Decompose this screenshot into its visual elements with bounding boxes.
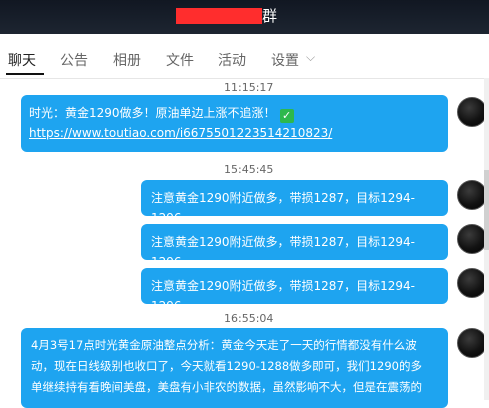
tab-chat[interactable]: 聊天 bbox=[8, 50, 36, 70]
group-title: 群 bbox=[262, 7, 278, 25]
chat-bubble: 注意黄金1290附近做多，带损1287，目标1294-1296 bbox=[141, 224, 448, 269]
title-bar: 群 bbox=[0, 0, 489, 34]
active-tab-indicator bbox=[6, 73, 44, 75]
chat-bubble: 4月3号17点时光黄金原油整点分析：黄金今天走了一天的行情都没有什么波 动，现在… bbox=[21, 328, 448, 408]
check-icon: ✓ bbox=[279, 109, 294, 123]
avatar[interactable] bbox=[457, 224, 487, 254]
tab-files[interactable]: 文件 bbox=[166, 50, 194, 70]
message-text: 时光：黄金1290做多！原油单边上涨不追涨！ bbox=[29, 106, 276, 120]
chevron-down-icon[interactable]: ⌵ bbox=[306, 50, 315, 65]
tab-settings[interactable]: 设置 bbox=[271, 50, 299, 70]
tab-activities[interactable]: 活动 bbox=[218, 50, 246, 70]
tab-album[interactable]: 相册 bbox=[113, 50, 141, 70]
scrollbar-thumb[interactable] bbox=[484, 170, 489, 250]
message-text: 注意黄金1290附近做多，带损1287，目标1294-1296 bbox=[151, 279, 415, 313]
message-text: 注意黄金1290附近做多，带损1287，目标1294-1296 bbox=[151, 235, 415, 269]
avatar[interactable] bbox=[457, 268, 487, 298]
message-timestamp: 15:45:45 bbox=[224, 163, 274, 176]
chat-bubble: 注意黄金1290附近做多，带损1287，目标1294-1296 bbox=[141, 180, 448, 225]
chat-bubble: 注意黄金1290附近做多，带损1287，目标1294-1296 bbox=[141, 268, 448, 313]
message-text: 注意黄金1290附近做多，带损1287，目标1294-1296 bbox=[151, 191, 415, 225]
avatar[interactable] bbox=[457, 328, 487, 358]
avatar[interactable] bbox=[457, 97, 487, 127]
message-text-line: 单继续持有看晚间美盘，美盘有小非农的数据，虽然影响不大，但是在震荡的 bbox=[31, 380, 422, 394]
message-timestamp: 16:55:04 bbox=[224, 312, 274, 325]
message-text-line: 动，现在日线级别也收口了，今天就看1290-1288做多即可，我们1290的多 bbox=[31, 359, 422, 373]
avatar[interactable] bbox=[457, 180, 487, 210]
message-timestamp: 11:15:17 bbox=[224, 81, 274, 94]
message-text-line: 4月3号17点时光黄金原油整点分析：黄金今天走了一天的行情都没有什么波 bbox=[31, 338, 417, 352]
redacted-group-name bbox=[176, 8, 262, 24]
tab-bar: 聊天 公告 相册 文件 活动 设置 ⌵ bbox=[0, 34, 489, 79]
chat-bubble: 时光：黄金1290做多！原油单边上涨不追涨！ ✓ https://www.tout… bbox=[21, 95, 448, 152]
message-link[interactable]: https://www.toutiao.com/i667550122351421… bbox=[29, 123, 440, 143]
tab-announcements[interactable]: 公告 bbox=[60, 50, 88, 70]
